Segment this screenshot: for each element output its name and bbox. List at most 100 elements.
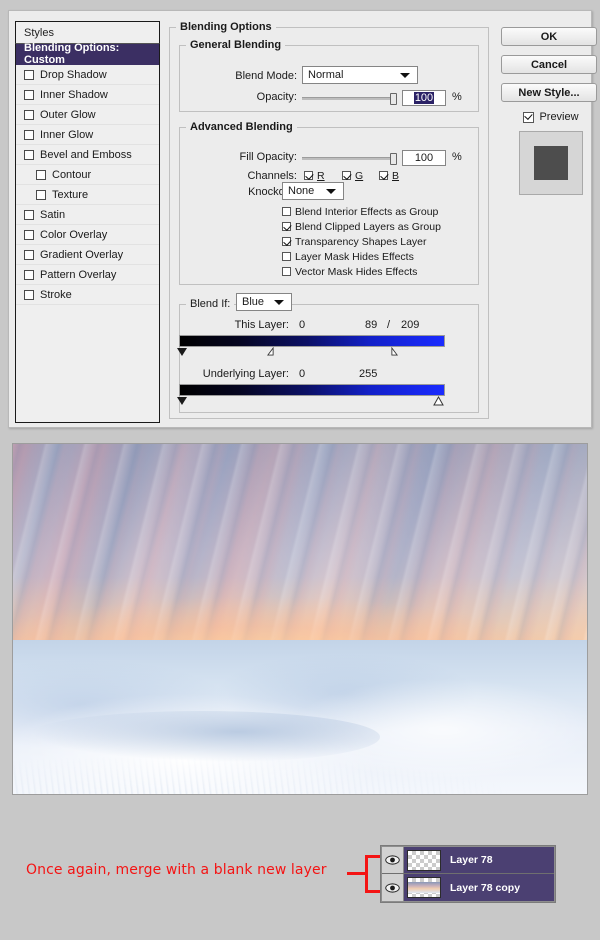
this-layer-white-low-knob-icon[interactable] [267, 347, 274, 356]
fill-opacity-slider-knob[interactable] [390, 153, 397, 165]
blend-if-label: Blend If: [190, 298, 231, 310]
checkbox-icon[interactable] [379, 171, 388, 180]
styles-item-label: Contour [52, 168, 92, 181]
fill-opacity-input[interactable]: 100 [402, 150, 446, 166]
blend-mode-select[interactable]: Normal [302, 66, 418, 84]
this-layer-white-high: 209 [401, 319, 420, 331]
checkbox-icon[interactable] [282, 222, 291, 231]
checkbox-icon[interactable] [282, 267, 291, 276]
styles-panel-title: Styles [24, 26, 54, 39]
option-vector-mask-hides-effects[interactable]: Vector Mask Hides Effects [282, 265, 417, 278]
styles-item-color-overlay[interactable]: Color Overlay [16, 225, 159, 245]
styles-item-contour[interactable]: Contour [16, 165, 159, 185]
underlying-layer-black-knob-icon[interactable] [177, 397, 187, 405]
checkbox-icon[interactable] [523, 111, 535, 123]
styles-item-inner-glow[interactable]: Inner Glow [16, 125, 159, 145]
layer-visibility-toggle[interactable] [382, 874, 404, 901]
checkbox-icon[interactable] [36, 169, 46, 180]
opacity-input[interactable]: 100 [402, 90, 446, 106]
styles-item-texture[interactable]: Texture [16, 185, 159, 205]
preview-checkbox[interactable]: Preview [501, 111, 600, 123]
checkbox-icon[interactable] [24, 269, 34, 280]
knockout-value: None [288, 185, 315, 197]
eye-icon [385, 882, 400, 893]
underlying-layer-slider[interactable] [177, 384, 445, 408]
new-style-button[interactable]: New Style... [501, 83, 597, 102]
table-row[interactable]: Layer 78 [382, 847, 554, 874]
styles-item-drop-shadow[interactable]: Drop Shadow [16, 65, 159, 85]
channel-b-checkbox[interactable]: B [379, 169, 399, 182]
checkbox-icon[interactable] [24, 89, 34, 100]
option-layer-mask-hides-effects[interactable]: Layer Mask Hides Effects [282, 250, 414, 263]
fill-opacity-label: Fill Opacity: [239, 151, 297, 163]
styles-item-inner-shadow[interactable]: Inner Shadow [16, 85, 159, 105]
fill-opacity-slider[interactable] [302, 153, 397, 165]
table-row[interactable]: Layer 78 copy [382, 874, 554, 901]
checkbox-icon[interactable] [24, 249, 34, 260]
layer-name: Layer 78 [450, 854, 493, 866]
option-blend-interior-effects[interactable]: Blend Interior Effects as Group [282, 205, 438, 218]
cancel-button[interactable]: Cancel [501, 55, 597, 74]
layer-thumbnail[interactable] [407, 849, 441, 871]
option-blend-clipped-layers[interactable]: Blend Clipped Layers as Group [282, 220, 441, 233]
checkbox-icon[interactable] [24, 69, 34, 80]
checkbox-icon[interactable] [24, 229, 34, 240]
option-transparency-shapes-layer[interactable]: Transparency Shapes Layer [282, 235, 427, 248]
channels-label: Channels: [247, 170, 297, 182]
styles-item-gradient-overlay[interactable]: Gradient Overlay [16, 245, 159, 265]
sky-layer [13, 444, 587, 665]
styles-item-label: Blending Options: Custom [24, 42, 120, 66]
this-layer-white-high-knob-icon[interactable] [391, 347, 398, 356]
checkbox-icon[interactable] [24, 209, 34, 220]
layer-visibility-toggle[interactable] [382, 847, 404, 873]
fill-opacity-value: 100 [414, 152, 434, 164]
this-layer-separator: / [387, 319, 391, 331]
channel-b-label: B [392, 169, 400, 182]
this-layer-label: This Layer: [234, 319, 289, 331]
blend-mode-value: Normal [308, 69, 344, 81]
channel-g-label: G [355, 169, 364, 182]
styles-item-satin[interactable]: Satin [16, 205, 159, 225]
styles-item-label: Outer Glow [40, 108, 96, 121]
layer-style-dialog: Styles Blending Options: Custom Drop Sha… [8, 10, 597, 428]
checkbox-icon[interactable] [282, 252, 291, 261]
blend-if-channel-select[interactable]: Blue [236, 293, 292, 311]
checkbox-icon[interactable] [36, 189, 46, 200]
checkbox-icon[interactable] [24, 129, 34, 140]
underlying-layer-white-value: 255 [359, 368, 378, 380]
styles-item-blending-options[interactable]: Blending Options: Custom [16, 42, 159, 66]
styles-list[interactable]: Blending Options: Custom Drop Shadow Inn… [15, 42, 160, 423]
checkbox-icon[interactable] [282, 237, 291, 246]
styles-item-bevel-and-emboss[interactable]: Bevel and Emboss [16, 145, 159, 165]
checkbox-icon[interactable] [282, 207, 291, 216]
preview-thumbnail-swatch [534, 146, 568, 180]
layer-thumbnail[interactable] [407, 877, 441, 898]
option-label: Vector Mask Hides Effects [295, 265, 418, 278]
this-layer-slider[interactable] [177, 335, 445, 359]
checkbox-icon[interactable] [24, 289, 34, 300]
channel-r-checkbox[interactable]: R [304, 169, 325, 182]
styles-item-pattern-overlay[interactable]: Pattern Overlay [16, 265, 159, 285]
screenshot-root: Styles Blending Options: Custom Drop Sha… [0, 0, 600, 940]
styles-item-label: Inner Glow [40, 128, 94, 141]
underlying-layer-white-knob-icon[interactable] [433, 396, 444, 406]
checkbox-icon[interactable] [24, 149, 34, 160]
styles-item-stroke[interactable]: Stroke [16, 285, 159, 305]
ok-button[interactable]: OK [501, 27, 597, 46]
option-label: Blend Interior Effects as Group [295, 205, 439, 218]
this-layer-black-knob-icon[interactable] [177, 348, 187, 356]
checkbox-icon[interactable] [304, 171, 313, 180]
annotation-text: Once again, merge with a blank new layer [26, 862, 327, 878]
opacity-slider-knob[interactable] [390, 93, 397, 105]
styles-item-label: Bevel and Emboss [40, 148, 132, 161]
checkbox-icon[interactable] [342, 171, 351, 180]
knockout-select[interactable]: None [282, 182, 344, 200]
checkbox-icon[interactable] [24, 109, 34, 120]
styles-item-outer-glow[interactable]: Outer Glow [16, 105, 159, 125]
opacity-slider[interactable] [302, 93, 397, 105]
styles-panel: Styles Blending Options: Custom Drop Sha… [15, 21, 160, 423]
underlying-layer-label: Underlying Layer: [202, 368, 289, 380]
option-label: Transparency Shapes Layer [295, 235, 427, 248]
channel-g-checkbox[interactable]: G [342, 169, 363, 182]
layer-thumbnail-image [408, 882, 440, 893]
